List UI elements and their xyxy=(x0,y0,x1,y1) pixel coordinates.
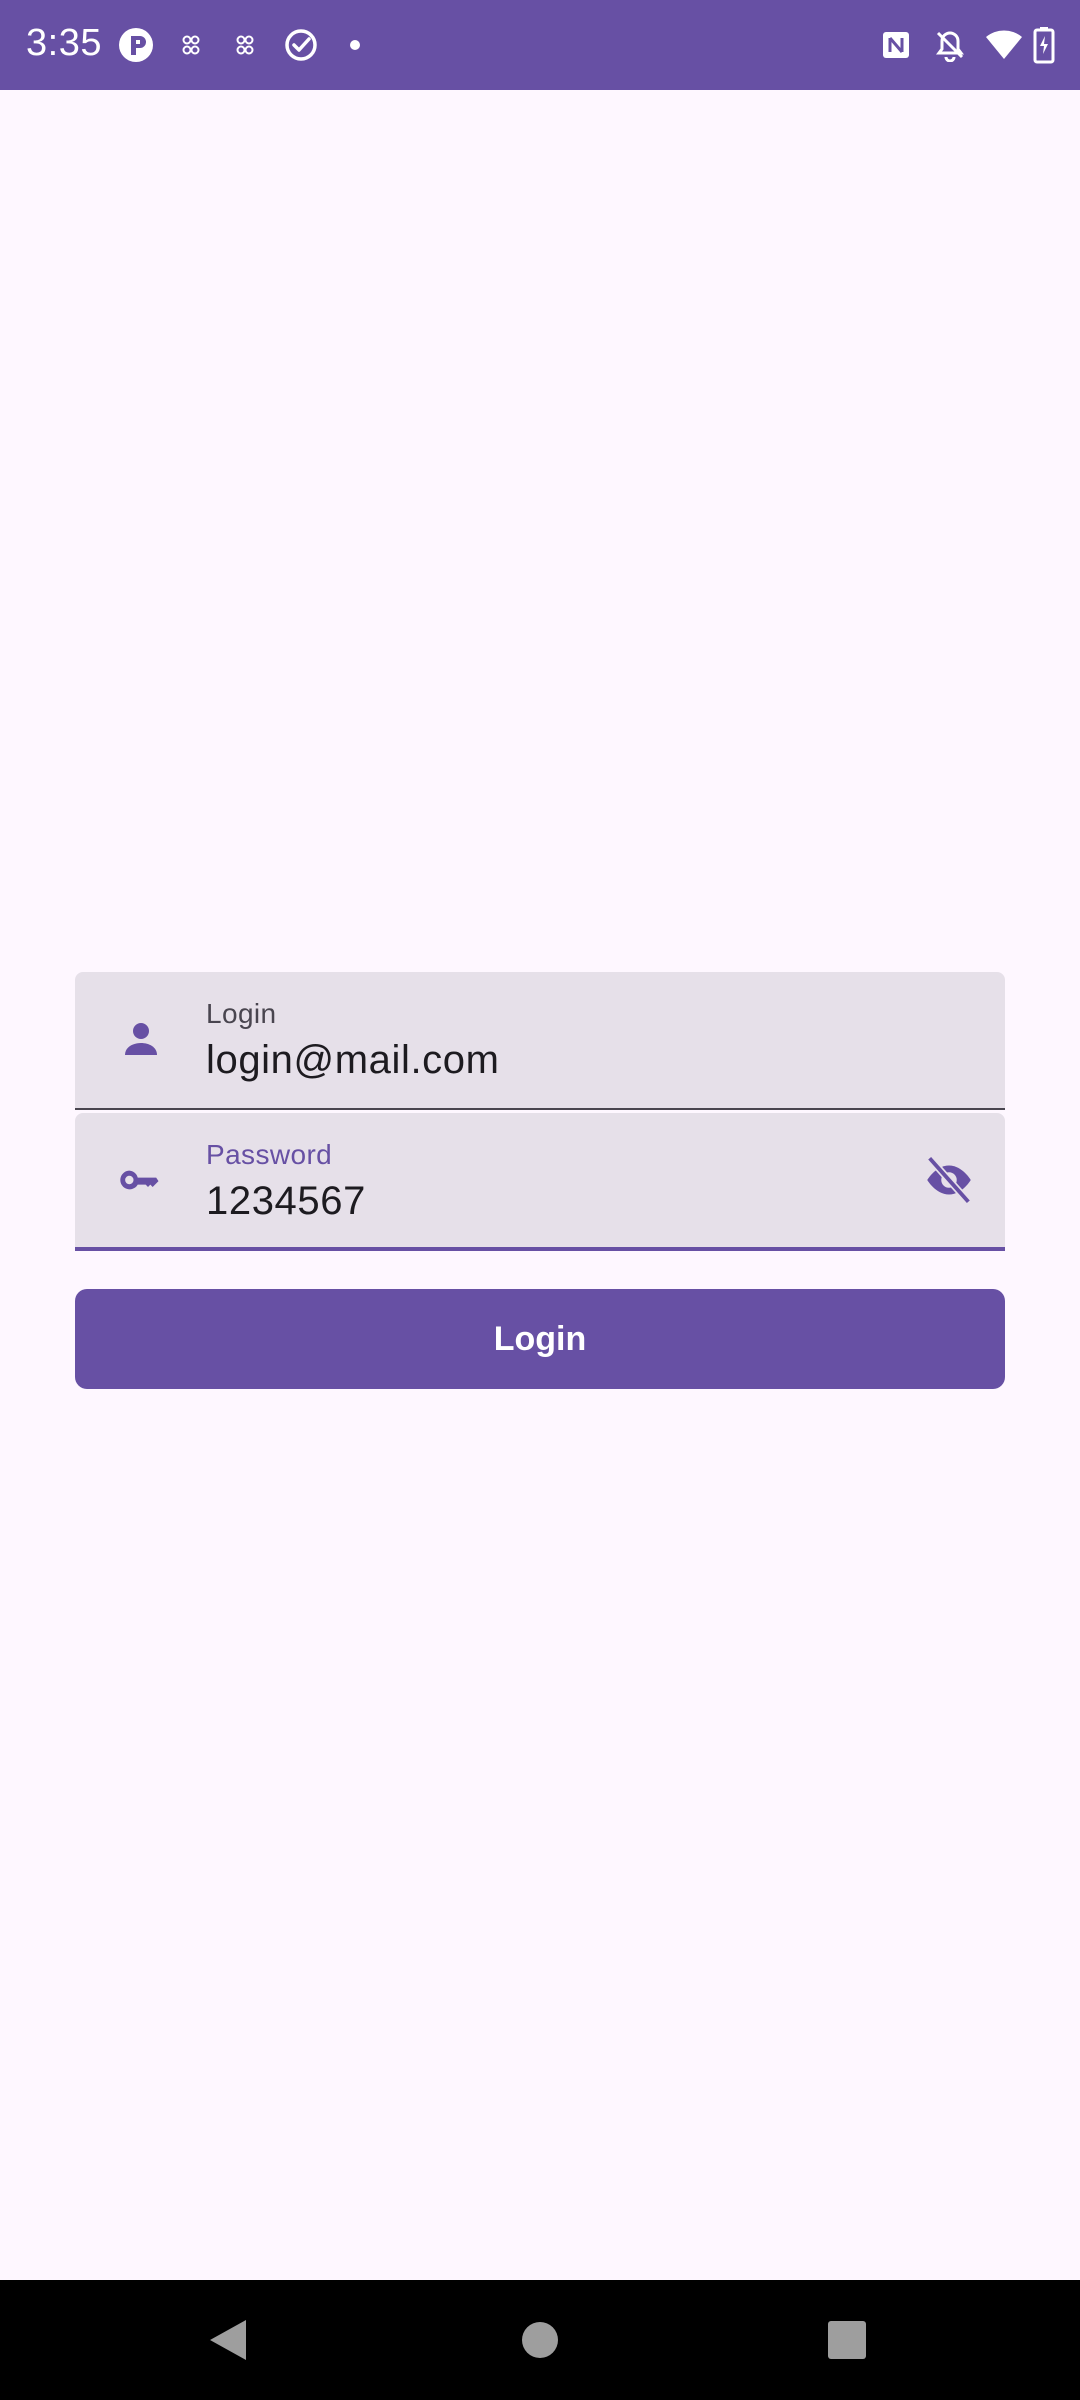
app-p-icon xyxy=(117,0,155,90)
battery-charging-icon xyxy=(1030,0,1058,90)
password-label: Password xyxy=(206,1139,333,1170)
dot-icon xyxy=(347,0,363,90)
person-icon xyxy=(105,972,177,1106)
password-field[interactable]: Password xyxy=(75,1113,1005,1251)
navigation-bar xyxy=(0,2280,1080,2400)
password-input[interactable] xyxy=(206,1179,906,1224)
status-bar: 3:35 xyxy=(0,0,1080,90)
connected-device-icon xyxy=(230,0,260,90)
connected-device-icon xyxy=(176,0,206,90)
bell-off-icon xyxy=(930,0,970,90)
home-icon[interactable] xyxy=(480,2280,600,2400)
nfc-icon xyxy=(878,0,914,90)
recents-icon[interactable] xyxy=(787,2280,907,2400)
visibility-off-icon[interactable] xyxy=(913,1113,985,1247)
login-input[interactable] xyxy=(206,1038,906,1083)
status-time: 3:35 xyxy=(26,22,102,64)
wifi-icon xyxy=(984,0,1024,90)
check-circle-icon xyxy=(282,0,320,90)
login-label: Login xyxy=(206,998,277,1029)
login-field[interactable]: Login xyxy=(75,972,1005,1110)
back-icon[interactable] xyxy=(168,2280,288,2400)
login-button[interactable]: Login xyxy=(75,1289,1005,1389)
login-screen: 3:35 Login login@mail.com Password 12345… xyxy=(0,0,1080,2400)
key-icon xyxy=(105,1113,177,1247)
